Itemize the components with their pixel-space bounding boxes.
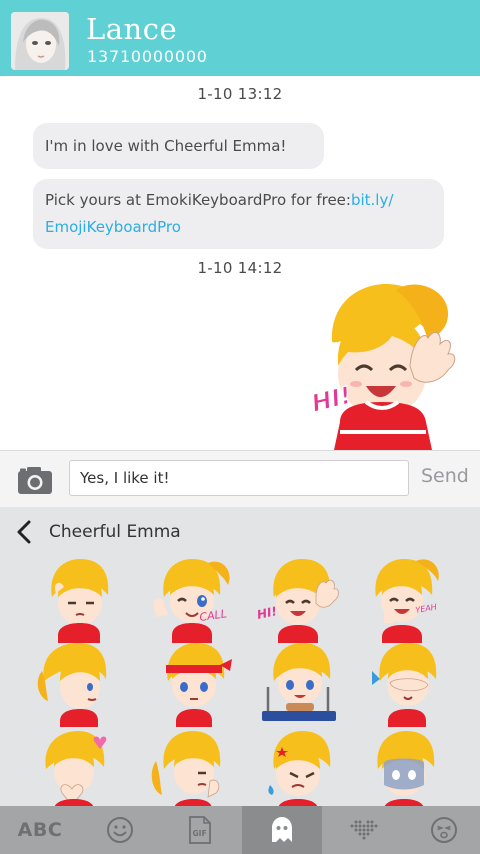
sticker-item[interactable] (364, 641, 450, 727)
sticker-item[interactable] (146, 727, 232, 813)
smiley-icon (107, 817, 133, 843)
sticker-pack-title: Cheerful Emma (49, 522, 181, 542)
sticker-panel: Cheerful Emma CALL HI! YEAH (0, 507, 480, 813)
send-button[interactable]: Send (421, 465, 469, 487)
message-input[interactable] (69, 460, 409, 496)
sticker-item[interactable] (34, 727, 120, 813)
avatar[interactable] (11, 12, 69, 70)
contact-phone: 13710000000 (87, 47, 208, 66)
message-bubble[interactable]: Pick yours at EmokiKeyboardPro for free:… (33, 179, 444, 249)
keyboard-tab-bar: ABC GIF (0, 806, 480, 854)
gif-tab-button[interactable]: GIF (160, 806, 240, 854)
contact-name: Lance (86, 12, 178, 46)
abc-label: ABC (17, 819, 63, 841)
gif-label: GIF (193, 829, 207, 838)
gif-file-icon: GIF (189, 816, 211, 844)
message-timestamp: 1-10 13:12 (197, 85, 283, 103)
sticker-item[interactable] (256, 727, 342, 813)
sticker-item[interactable]: HI! (256, 557, 342, 643)
sticker-caption: HI! (256, 604, 278, 622)
sticker-tab-button[interactable] (242, 806, 322, 854)
composer-bar: Send (0, 450, 480, 507)
ghost-icon (272, 817, 292, 842)
message-text: Pick yours at EmokiKeyboardPro for free: (45, 191, 351, 209)
pixel-heart-icon (350, 820, 378, 840)
sticker-panel-header: Cheerful Emma (0, 507, 480, 557)
chevron-left-icon (17, 520, 31, 544)
chat-header: Lance 13710000000 (0, 0, 480, 76)
sticker-item[interactable] (34, 557, 120, 643)
pixel-heart-tab-button[interactable] (324, 806, 404, 854)
message-bubble[interactable]: I'm in love with Cheerful Emma! (33, 123, 324, 169)
emoticon-tab-button[interactable] (404, 806, 480, 854)
camera-icon (18, 467, 52, 494)
sticker-item[interactable] (256, 641, 342, 727)
message-link[interactable]: bit.ly/ (351, 191, 393, 209)
back-button[interactable] (14, 519, 36, 545)
camera-button[interactable] (17, 465, 53, 495)
sticker-item[interactable]: CALL (146, 557, 232, 643)
sticker-item[interactable]: YEAH (360, 557, 446, 643)
message-link[interactable]: EmojiKeyboardPro (45, 218, 181, 236)
winking-face-icon (431, 817, 457, 843)
sent-sticker-image[interactable]: HI! (300, 282, 468, 450)
sticker-caption: CALL (199, 607, 228, 624)
message-timestamp: 1-10 14:12 (197, 259, 283, 277)
sticker-item[interactable] (150, 641, 236, 727)
sticker-item[interactable] (362, 727, 448, 813)
sticker-grid: CALL HI! YEAH (0, 557, 480, 813)
sticker-item[interactable] (34, 641, 120, 727)
abc-keyboard-button[interactable]: ABC (0, 806, 80, 854)
emoji-tab-button[interactable] (80, 806, 160, 854)
message-text: I'm in love with Cheerful Emma! (45, 137, 287, 155)
